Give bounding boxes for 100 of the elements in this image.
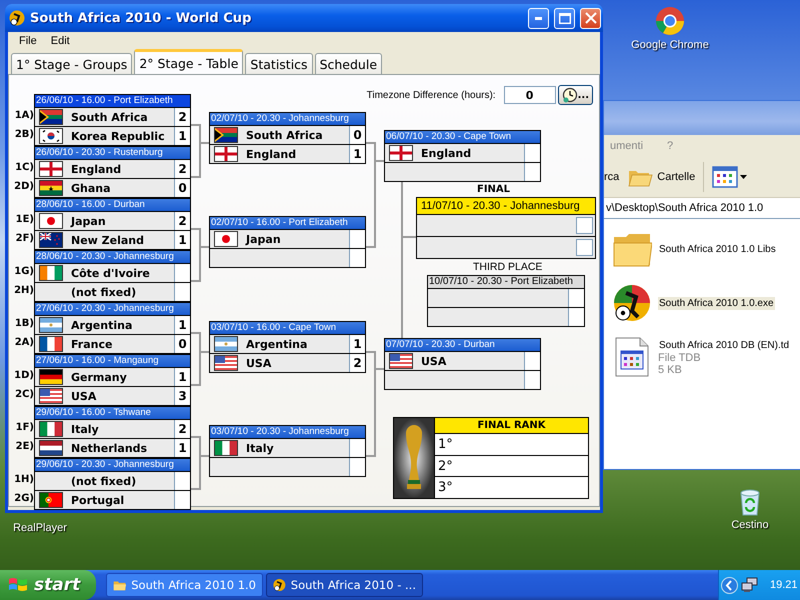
minimize-button[interactable] [528, 8, 549, 28]
seed-label: 2H) [13, 284, 34, 298]
team-name: England [420, 146, 472, 160]
tab[interactable]: Schedule [314, 53, 382, 74]
score-cell: 1 [174, 368, 190, 386]
football-logo-icon [9, 10, 25, 26]
score-cell: 2 [174, 108, 190, 126]
taskbar-button[interactable]: South Africa 2010 1.0 [106, 573, 263, 597]
timezone-field[interactable]: 0 [504, 86, 556, 104]
desktop-icon-label[interactable]: Cestino [731, 519, 769, 531]
seed-label: 1C) [14, 161, 34, 175]
seed-label: 1H) [13, 473, 34, 487]
team-name: Korea Republic [70, 130, 166, 142]
file-name[interactable]: South Africa 2010 1.0.exe [658, 296, 775, 310]
score-cell: 2 [349, 354, 365, 372]
score-cell [576, 239, 593, 256]
seed-label: 2E) [14, 440, 34, 454]
score-cell: 1 [174, 316, 190, 334]
match-header: 06/07/10 - 20.30 - Cape Town [385, 130, 540, 143]
match-header: 29/06/10 - 20.30 - Johannesburg [35, 458, 190, 471]
team-name: (not fixed) [70, 474, 138, 488]
seed-label: 2F) [14, 232, 34, 246]
seed-label: 2A) [14, 336, 34, 350]
maximize-button[interactable] [554, 8, 575, 28]
score-cell [349, 458, 365, 476]
start-button[interactable]: start [0, 570, 96, 600]
score-cell [174, 283, 190, 301]
seed-label: 2G) [13, 492, 34, 506]
score-cell [568, 289, 584, 307]
score-cell [349, 249, 365, 267]
score-cell: 0 [174, 179, 190, 197]
desktop-icon-label[interactable]: RealPlayer [13, 522, 67, 534]
file-name[interactable]: South Africa 2010 1.0 Libs [658, 242, 777, 256]
caret-icon [740, 174, 748, 180]
desktop-icon-label[interactable]: Google Chrome [631, 39, 709, 51]
file-name[interactable]: South Africa 2010 DB (EN).td [658, 338, 790, 352]
team-name: South Africa [70, 110, 149, 124]
team-name: Argentina [245, 338, 308, 350]
seed-label: 1B) [14, 317, 34, 331]
score-cell [174, 472, 190, 490]
flag-icon [214, 440, 238, 456]
match-header: 27/06/10 - 16.00 - Mangaung [35, 354, 190, 367]
match-header: 28/06/10 - 20.30 - Johannesburg [35, 250, 190, 263]
file-detail: 5 KB [658, 364, 683, 376]
match-header: 02/07/10 - 20.30 - Johannesburg [210, 112, 365, 125]
taskbar-button[interactable]: South Africa 2010 - ... [266, 573, 423, 597]
close-button[interactable] [580, 8, 601, 28]
timezone-label: Timezone Difference (hours): [366, 90, 496, 100]
seed-label: 1G) [13, 265, 34, 279]
score-cell [524, 352, 540, 370]
view-button[interactable] [712, 166, 748, 188]
seed-label: 2B) [14, 128, 34, 142]
match-header: 02/07/10 - 16.00 - Port Elizabeth [210, 216, 365, 229]
final-label: FINAL [477, 184, 510, 195]
tab[interactable]: 2° Stage - Table [134, 49, 244, 75]
team-name: France [70, 338, 114, 350]
third-place-label: THIRD PLACE [473, 261, 542, 273]
seed-label: 1E) [14, 213, 34, 227]
football-logo-icon [273, 577, 286, 593]
flag-icon [214, 231, 238, 247]
match-header: 03/07/10 - 20.30 - Johannesburg [210, 425, 365, 438]
team-name: Côte d'Ivoire [70, 266, 151, 280]
team-name: Portugal [70, 494, 126, 506]
score-cell: 1 [174, 127, 190, 145]
score-cell [349, 439, 365, 457]
match-header: 29/06/10 - 16.00 - Tshwane [35, 406, 190, 419]
toolbar-button[interactable]: Cartelle [627, 166, 696, 188]
tab[interactable]: 1° Stage - Groups [11, 53, 132, 74]
team-name: Japan [244, 232, 282, 246]
chevron-icon [721, 576, 738, 594]
menu-item[interactable]: File [12, 34, 44, 48]
match-header: 27/06/10 - 20.30 - Johannesburg [35, 302, 190, 315]
flag-icon [39, 232, 63, 248]
score-cell [174, 491, 190, 509]
flag-icon [39, 388, 63, 404]
score-cell [576, 217, 593, 234]
close-icon [584, 12, 596, 24]
bracket-connector [191, 332, 209, 386]
toolbar-button[interactable]: rca [604, 171, 620, 183]
match-header: 07/07/10 - 20.30 - Durban [385, 338, 540, 351]
clock-button[interactable]: ... [558, 85, 593, 105]
seed-label: 2C) [14, 388, 34, 402]
flag-icon [39, 213, 63, 229]
final-rank-header: FINAL RANK [435, 418, 588, 434]
flag-icon [39, 336, 63, 352]
score-cell: 1 [174, 231, 190, 249]
rank-row-text: 3° [437, 479, 454, 498]
match-header: 26/06/10 - 16.00 - Port Elizabeth [35, 94, 190, 107]
score-cell: 0 [174, 335, 190, 353]
menu-item[interactable]: Edit [44, 34, 77, 48]
flag-icon [39, 492, 63, 508]
tab[interactable]: Statistics [245, 53, 313, 74]
window-title: South Africa 2010 - World Cup [30, 10, 252, 26]
bracket-connector [191, 436, 209, 490]
score-cell: 0 [349, 126, 365, 144]
flag-icon [389, 353, 413, 369]
score-cell [524, 371, 540, 389]
score-cell [568, 308, 584, 326]
flag-icon [214, 146, 238, 162]
flag-icon [214, 355, 238, 371]
